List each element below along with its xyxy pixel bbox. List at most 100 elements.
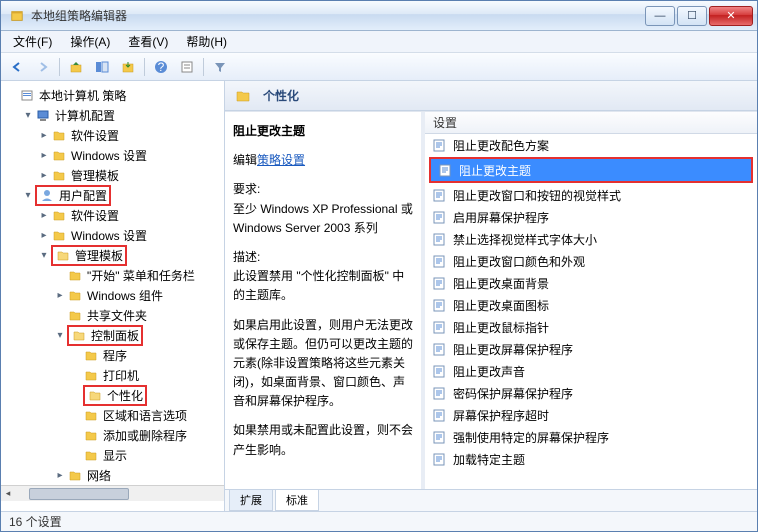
setting-icon xyxy=(431,209,447,225)
user-icon xyxy=(39,187,55,203)
list-row[interactable]: 阻止更改屏幕保护程序 xyxy=(425,338,757,360)
list-row[interactable]: 阻止更改桌面图标 xyxy=(425,294,757,316)
tree-item[interactable]: 区域和语言选项 xyxy=(69,405,224,425)
folder-icon xyxy=(51,147,67,163)
export-button[interactable] xyxy=(116,56,140,78)
tree-label: 共享文件夹 xyxy=(87,307,147,324)
list-row[interactable]: 密码保护屏幕保护程序 xyxy=(425,382,757,404)
list-row[interactable]: 阻止更改配色方案 xyxy=(425,134,757,156)
list-row[interactable]: 阻止更改声音 xyxy=(425,360,757,382)
menu-help[interactable]: 帮助(H) xyxy=(178,31,235,52)
edit-policy-link[interactable]: 策略设置 xyxy=(257,153,305,167)
expand-icon[interactable]: ▸ xyxy=(37,170,51,181)
list-item-label: 屏幕保护程序超时 xyxy=(453,407,549,424)
tree-root[interactable]: 本地计算机 策略 xyxy=(5,85,224,105)
collapse-icon[interactable]: ▾ xyxy=(21,190,35,201)
tab-standard[interactable]: 标准 xyxy=(275,490,319,511)
up-button[interactable] xyxy=(64,56,88,78)
expand-icon[interactable]: ▸ xyxy=(37,150,51,161)
tree-item[interactable]: 程序 xyxy=(69,345,224,365)
setting-icon xyxy=(431,363,447,379)
tree-user-config[interactable]: ▾ 用户配置 xyxy=(21,185,224,205)
tree-item[interactable]: ▸网络 xyxy=(53,465,224,485)
status-text: 16 个设置 xyxy=(9,513,62,530)
list-row[interactable]: 阻止更改窗口颜色和外观 xyxy=(425,250,757,272)
header-title: 个性化 xyxy=(263,87,299,104)
list-row[interactable]: 阻止更改桌面背景 xyxy=(425,272,757,294)
list-row[interactable]: 禁止选择视觉样式字体大小 xyxy=(425,228,757,250)
menu-action[interactable]: 操作(A) xyxy=(62,31,118,52)
expand-icon[interactable]: ▸ xyxy=(53,470,67,481)
collapse-icon[interactable]: ▾ xyxy=(53,330,67,341)
menu-view[interactable]: 查看(V) xyxy=(120,31,176,52)
tree-label: 个性化 xyxy=(107,387,143,404)
show-tree-button[interactable] xyxy=(90,56,114,78)
list-item-label: 加载特定主题 xyxy=(453,451,525,468)
tree-item[interactable]: ▸软件设置 xyxy=(37,125,224,145)
list-row[interactable]: 强制使用特定的屏幕保护程序 xyxy=(425,426,757,448)
tree-item[interactable]: ▸软件设置 xyxy=(37,205,224,225)
folder-icon xyxy=(51,207,67,223)
tree-control-panel[interactable]: ▾ 控制面板 xyxy=(53,325,224,345)
tab-extended[interactable]: 扩展 xyxy=(229,490,273,511)
tree-hscroll[interactable]: ◂ xyxy=(1,485,224,501)
list-row[interactable]: 阻止更改窗口和按钮的视觉样式 xyxy=(425,184,757,206)
list-header[interactable]: 设置 xyxy=(425,112,757,134)
minimize-button[interactable]: — xyxy=(645,6,675,26)
list-item-label: 阻止更改主题 xyxy=(459,162,531,179)
expand-icon[interactable]: ▸ xyxy=(37,230,51,241)
tree-admin-templates[interactable]: ▾ 管理模板 xyxy=(37,245,224,265)
maximize-button[interactable]: ☐ xyxy=(677,6,707,26)
nav-back-button[interactable] xyxy=(5,56,29,78)
list-row[interactable]: 启用屏幕保护程序 xyxy=(425,206,757,228)
filter-button[interactable] xyxy=(208,56,232,78)
folder-open-icon xyxy=(87,387,103,403)
list-item-label: 阻止更改窗口颜色和外观 xyxy=(453,253,585,270)
desc-text: 如果禁用或未配置此设置，则不会产生影响。 xyxy=(233,421,413,459)
tree-personalization[interactable]: 个性化 xyxy=(69,385,224,405)
tree-label: 打印机 xyxy=(103,367,139,384)
folder-icon xyxy=(51,227,67,243)
titlebar: 本地组策略编辑器 — ☐ ✕ xyxy=(1,1,757,31)
tree-label: Windows 设置 xyxy=(71,147,147,164)
tree-item[interactable]: ▸Windows 设置 xyxy=(37,225,224,245)
app-icon xyxy=(9,8,25,24)
tree-label: 计算机配置 xyxy=(55,107,115,124)
tree-item[interactable]: "开始" 菜单和任务栏 xyxy=(53,265,224,285)
list-row[interactable]: 阻止更改鼠标指针 xyxy=(425,316,757,338)
menubar: 文件(F) 操作(A) 查看(V) 帮助(H) xyxy=(1,31,757,53)
nav-forward-button[interactable] xyxy=(31,56,55,78)
expand-icon[interactable]: ▸ xyxy=(53,290,67,301)
tree-item[interactable]: 添加或删除程序 xyxy=(69,425,224,445)
folder-icon xyxy=(67,267,83,283)
collapse-icon[interactable]: ▾ xyxy=(37,250,51,261)
folder-icon xyxy=(83,407,99,423)
tree-pane[interactable]: 本地计算机 策略 ▾ 计算机配置 ▸软件设置 ▸ Windows 设置 xyxy=(1,81,225,511)
expand-icon[interactable]: ▸ xyxy=(37,130,51,141)
setting-icon xyxy=(437,162,453,178)
list-row[interactable]: 加载特定主题 xyxy=(425,448,757,470)
expand-icon[interactable]: ▸ xyxy=(37,210,51,221)
list-row[interactable]: 屏幕保护程序超时 xyxy=(425,404,757,426)
folder-icon xyxy=(83,347,99,363)
setting-icon xyxy=(431,385,447,401)
list-item-label: 阻止更改窗口和按钮的视觉样式 xyxy=(453,187,621,204)
properties-button[interactable] xyxy=(175,56,199,78)
collapse-icon[interactable]: ▾ xyxy=(21,110,35,121)
tree-label: 添加或删除程序 xyxy=(103,427,187,444)
tree-item[interactable]: ▸ Windows 设置 xyxy=(37,145,224,165)
tree-item[interactable]: 共享文件夹 xyxy=(53,305,224,325)
tree-item[interactable]: ▸管理模板 xyxy=(37,165,224,185)
main-area: 本地计算机 策略 ▾ 计算机配置 ▸软件设置 ▸ Windows 设置 xyxy=(1,81,757,511)
tree-item[interactable]: 打印机 xyxy=(69,365,224,385)
tree-computer-config[interactable]: ▾ 计算机配置 xyxy=(21,105,224,125)
close-button[interactable]: ✕ xyxy=(709,6,753,26)
folder-open-icon xyxy=(71,327,87,343)
menu-file[interactable]: 文件(F) xyxy=(5,31,60,52)
list-row[interactable]: 阻止更改主题 xyxy=(431,159,751,181)
tree-item[interactable]: ▸Windows 组件 xyxy=(53,285,224,305)
tree-item[interactable]: 显示 xyxy=(69,445,224,465)
help-button[interactable]: ? xyxy=(149,56,173,78)
list-item-label: 阻止更改屏幕保护程序 xyxy=(453,341,573,358)
req-label: 要求: xyxy=(233,180,413,199)
